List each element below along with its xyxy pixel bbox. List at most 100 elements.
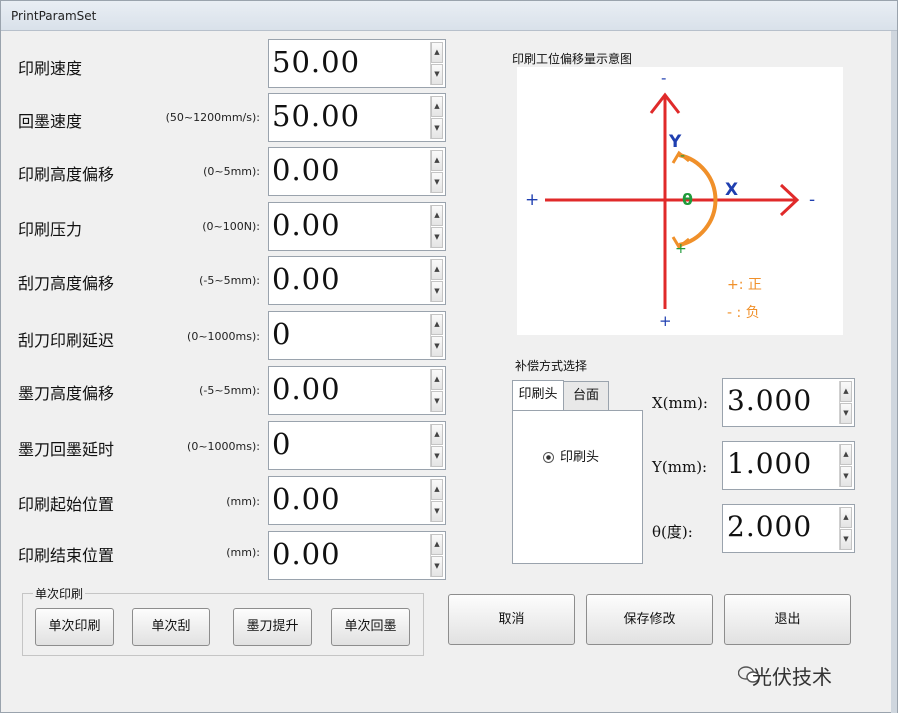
exit-button[interactable]: 退出 xyxy=(724,594,851,645)
spin-down-icon[interactable]: ▼ xyxy=(840,403,852,424)
spin-up-icon[interactable]: ▲ xyxy=(431,42,443,63)
compensation-tab-panel xyxy=(512,410,643,564)
x-axis-label: X xyxy=(725,180,738,200)
ink-return-speed-spinner: ▲ ▼ xyxy=(430,96,443,139)
cancel-button[interactable]: 取消 xyxy=(448,594,575,645)
tab-table[interactable]: 台面 xyxy=(563,381,609,411)
param-range-squeegee-print-delay: (0~1000ms): xyxy=(187,330,260,343)
param-label-print-start-position: 印刷起始位置 xyxy=(18,495,115,514)
bottom-plus-sign: + xyxy=(659,312,672,330)
theta-plus-sign: + xyxy=(675,241,687,257)
spin-up-icon[interactable]: ▲ xyxy=(431,369,443,390)
print-height-offset-spinner: ▲ ▼ xyxy=(430,150,443,193)
ink-knife-return-delay-input[interactable]: 0 ▲ ▼ xyxy=(268,421,446,470)
squeegee-height-offset-input[interactable]: 0.00 ▲ ▼ xyxy=(268,256,446,305)
param-label-ink-return-speed: 回墨速度 xyxy=(18,112,83,131)
spin-up-icon[interactable]: ▲ xyxy=(840,381,852,402)
spin-down-icon[interactable]: ▼ xyxy=(431,64,443,85)
print-pressure-value: 0.00 xyxy=(272,208,341,242)
print-speed-input[interactable]: 50.00 ▲ ▼ xyxy=(268,39,446,88)
spin-up-icon[interactable]: ▲ xyxy=(840,507,852,528)
param-label-ink-knife-return-delay: 墨刀回墨延时 xyxy=(18,440,115,459)
squeegee-print-delay-input[interactable]: 0 ▲ ▼ xyxy=(268,311,446,360)
param-range-print-height-offset: (0~5mm): xyxy=(203,165,260,178)
offset-diagram-svg: Y X θ - + + - - + +: 正 - : 负 xyxy=(525,69,815,330)
param-label-ink-knife-height-offset: 墨刀高度偏移 xyxy=(18,384,115,403)
squeegee-height-offset-value: 0.00 xyxy=(272,262,341,296)
diagram-title: 印刷工位偏移量示意图 xyxy=(512,52,633,66)
spin-down-icon[interactable]: ▼ xyxy=(431,281,443,302)
spin-down-icon[interactable]: ▼ xyxy=(431,501,443,522)
param-label-squeegee-height-offset: 刮刀高度偏移 xyxy=(18,274,115,293)
squeegee-print-delay-spinner: ▲ ▼ xyxy=(430,314,443,357)
theta-offset-label: θ(度): xyxy=(652,523,693,541)
legend-positive: +: 正 xyxy=(727,277,762,293)
param-label-squeegee-print-delay: 刮刀印刷延迟 xyxy=(18,331,115,350)
ink-knife-height-offset-input[interactable]: 0.00 ▲ ▼ xyxy=(268,366,446,415)
single-print-button[interactable]: 单次印刷 xyxy=(35,608,114,646)
spin-up-icon[interactable]: ▲ xyxy=(431,205,443,226)
spin-down-icon[interactable]: ▼ xyxy=(840,529,852,550)
y-offset-label: Y(mm): xyxy=(652,458,708,476)
tab-print-head[interactable]: 印刷头 xyxy=(512,380,564,410)
spin-down-icon[interactable]: ▼ xyxy=(840,466,852,487)
x-offset-label: X(mm): xyxy=(652,394,708,412)
spin-down-icon[interactable]: ▼ xyxy=(431,556,443,577)
spin-up-icon[interactable]: ▲ xyxy=(431,150,443,171)
spin-up-icon[interactable]: ▲ xyxy=(431,534,443,555)
print-head-radio[interactable]: 印刷头 xyxy=(543,446,599,465)
print-end-position-value: 0.00 xyxy=(272,537,341,571)
print-start-position-spinner: ▲ ▼ xyxy=(430,479,443,522)
param-range-ink-return-speed: (50~1200mm/s): xyxy=(165,111,260,124)
ink-return-speed-input[interactable]: 50.00 ▲ ▼ xyxy=(268,93,446,142)
single-ink-return-button[interactable]: 单次回墨 xyxy=(331,608,410,646)
window-title: PrintParamSet xyxy=(11,9,97,23)
print-start-position-input[interactable]: 0.00 ▲ ▼ xyxy=(268,476,446,525)
print-height-offset-value: 0.00 xyxy=(272,153,341,187)
param-range-print-end-position: (mm): xyxy=(226,546,260,559)
theta-offset-input[interactable]: 2.000 ▲ ▼ xyxy=(722,504,855,553)
print-end-position-input[interactable]: 0.00 ▲ ▼ xyxy=(268,531,446,580)
save-changes-button[interactable]: 保存修改 xyxy=(586,594,713,645)
param-range-ink-knife-return-delay: (0~1000ms): xyxy=(187,440,260,453)
theta-label: θ xyxy=(682,190,693,209)
spin-down-icon[interactable]: ▼ xyxy=(431,227,443,248)
spin-down-icon[interactable]: ▼ xyxy=(431,336,443,357)
param-label-print-pressure: 印刷压力 xyxy=(18,220,83,239)
y-offset-input[interactable]: 1.000 ▲ ▼ xyxy=(722,441,855,490)
spin-up-icon[interactable]: ▲ xyxy=(431,479,443,500)
spin-up-icon[interactable]: ▲ xyxy=(431,314,443,335)
param-range-squeegee-height-offset: (-5~5mm): xyxy=(199,274,260,287)
spin-down-icon[interactable]: ▼ xyxy=(431,172,443,193)
offset-diagram: Y X θ - + + - - + +: 正 - : 负 xyxy=(517,67,843,335)
print-start-position-value: 0.00 xyxy=(272,482,341,516)
spin-down-icon[interactable]: ▼ xyxy=(431,118,443,139)
print-height-offset-input[interactable]: 0.00 ▲ ▼ xyxy=(268,147,446,196)
param-range-ink-knife-height-offset: (-5~5mm): xyxy=(199,384,260,397)
x-offset-value: 3.000 xyxy=(727,384,813,417)
y-offset-value: 1.000 xyxy=(727,447,813,480)
param-label-print-speed: 印刷速度 xyxy=(18,59,83,78)
spin-up-icon[interactable]: ▲ xyxy=(431,424,443,445)
top-minus-sign: - xyxy=(661,69,666,87)
spin-up-icon[interactable]: ▲ xyxy=(431,96,443,117)
squeegee-height-offset-spinner: ▲ ▼ xyxy=(430,259,443,302)
print-end-position-spinner: ▲ ▼ xyxy=(430,534,443,577)
print-speed-value: 50.00 xyxy=(272,45,361,79)
theta-offset-spinner: ▲ ▼ xyxy=(839,507,852,550)
window-right-border xyxy=(891,31,897,713)
watermark-text: 光伏技术 xyxy=(752,665,832,689)
print-head-radio-label: 印刷头 xyxy=(560,450,600,465)
x-offset-input[interactable]: 3.000 ▲ ▼ xyxy=(722,378,855,427)
spin-down-icon[interactable]: ▼ xyxy=(431,446,443,467)
compensation-group-label: 补偿方式选择 xyxy=(513,357,590,374)
spin-down-icon[interactable]: ▼ xyxy=(431,391,443,412)
ink-knife-lift-button[interactable]: 墨刀提升 xyxy=(233,608,312,646)
spin-up-icon[interactable]: ▲ xyxy=(840,444,852,465)
spin-up-icon[interactable]: ▲ xyxy=(431,259,443,280)
param-label-print-height-offset: 印刷高度偏移 xyxy=(18,165,115,184)
print-pressure-input[interactable]: 0.00 ▲ ▼ xyxy=(268,202,446,251)
param-label-print-end-position: 印刷结束位置 xyxy=(18,546,115,565)
radio-selected-icon[interactable] xyxy=(543,452,554,463)
single-scrape-button[interactable]: 单次刮 xyxy=(132,608,210,646)
